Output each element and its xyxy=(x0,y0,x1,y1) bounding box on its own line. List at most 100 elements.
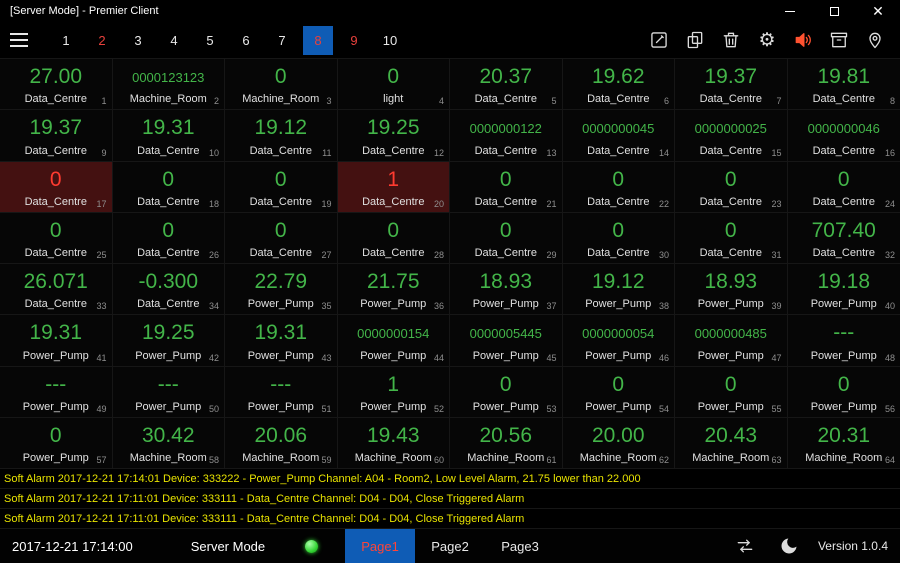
close-button[interactable]: ✕ xyxy=(856,0,900,22)
sensor-tile[interactable]: 27.00 Data_Centre 1 xyxy=(0,59,113,111)
sensor-tile[interactable]: 0 Power_Pump 53 xyxy=(450,366,563,418)
sensor-tile[interactable]: 26.071 Data_Centre 33 xyxy=(0,264,113,316)
alarm-log-entry[interactable]: Soft Alarm 2017-12-21 17:14:01 Device: 3… xyxy=(0,469,900,489)
sensor-tile[interactable]: --- Power_Pump 51 xyxy=(225,366,338,418)
sensor-tile[interactable]: 19.12 Data_Centre 11 xyxy=(225,110,338,162)
sensor-tile[interactable]: 0 Data_Centre 29 xyxy=(450,212,563,264)
sensor-tile[interactable]: 1 Power_Pump 52 xyxy=(337,366,450,418)
report-button[interactable] xyxy=(680,25,710,55)
clear-alarms-button[interactable] xyxy=(824,25,854,55)
sensor-tile[interactable]: 0000000045 Data_Centre 14 xyxy=(562,110,675,162)
sensor-tile[interactable]: 19.43 Machine_Room 60 xyxy=(337,417,450,469)
alarm-log-entry[interactable]: Soft Alarm 2017-12-21 17:11:01 Device: 3… xyxy=(0,509,900,529)
sensor-tile[interactable]: 0000000485 Power_Pump 47 xyxy=(675,315,788,367)
sensor-tile[interactable]: 0000000025 Data_Centre 15 xyxy=(675,110,788,162)
sensor-tile[interactable]: 18.93 Power_Pump 39 xyxy=(675,264,788,316)
sensor-tile[interactable]: -0.300 Data_Centre 34 xyxy=(112,264,225,316)
sensor-tile[interactable]: --- Power_Pump 49 xyxy=(0,366,113,418)
sensor-tile[interactable]: 0000000054 Power_Pump 46 xyxy=(562,315,675,367)
sensor-tile[interactable]: 0000005445 Power_Pump 45 xyxy=(450,315,563,367)
sensor-tile[interactable]: 20.37 Data_Centre 5 xyxy=(450,59,563,111)
page-number-button[interactable]: 7 xyxy=(264,26,300,55)
sensor-tile[interactable]: 0 Power_Pump 56 xyxy=(787,366,900,418)
alarm-log-entry[interactable]: Soft Alarm 2017-12-21 17:11:01 Device: 3… xyxy=(0,489,900,509)
page-number-button[interactable]: 4 xyxy=(156,26,192,55)
sensor-tile[interactable]: 19.18 Power_Pump 40 xyxy=(787,264,900,316)
sensor-tile[interactable]: --- Power_Pump 48 xyxy=(787,315,900,367)
page-tab[interactable]: Page3 xyxy=(485,529,555,563)
sensor-tile[interactable]: 0 Data_Centre 21 xyxy=(450,161,563,213)
sensor-value: 20.31 xyxy=(817,423,871,447)
sensor-index: 32 xyxy=(884,250,895,260)
sensor-tile[interactable]: 0 light 4 xyxy=(337,59,450,111)
sensor-tile[interactable]: 0000123123 Machine_Room 2 xyxy=(112,59,225,111)
sensor-tile[interactable]: 20.43 Machine_Room 63 xyxy=(675,417,788,469)
sensor-tile[interactable]: 19.25 Data_Centre 12 xyxy=(337,110,450,162)
sensor-tile[interactable]: 20.56 Machine_Room 61 xyxy=(450,417,563,469)
edit-button[interactable] xyxy=(644,25,674,55)
page-number-button[interactable]: 6 xyxy=(228,26,264,55)
sensor-tile[interactable]: 0 Power_Pump 57 xyxy=(0,417,113,469)
menu-button[interactable] xyxy=(10,28,40,52)
sensor-value: 19.37 xyxy=(29,116,83,140)
sensor-tile[interactable]: 0 Data_Centre 19 xyxy=(225,161,338,213)
sensor-tile[interactable]: --- Power_Pump 50 xyxy=(112,366,225,418)
page-number-button[interactable]: 2 xyxy=(84,26,120,55)
sensor-tile[interactable]: 0 Power_Pump 55 xyxy=(675,366,788,418)
sensor-tile[interactable]: 0 Data_Centre 28 xyxy=(337,212,450,264)
sensor-tile[interactable]: 19.31 Data_Centre 10 xyxy=(112,110,225,162)
sensor-tile[interactable]: 0000000122 Data_Centre 13 xyxy=(450,110,563,162)
sensor-tile[interactable]: 0 Data_Centre 26 xyxy=(112,212,225,264)
sensor-tile[interactable]: 0000000046 Data_Centre 16 xyxy=(787,110,900,162)
sync-button[interactable] xyxy=(730,531,760,561)
page-number-button[interactable]: 8 xyxy=(303,25,333,55)
theme-toggle-button[interactable] xyxy=(774,531,804,561)
location-button[interactable] xyxy=(860,25,890,55)
sensor-index: 50 xyxy=(208,403,219,414)
page-number-button[interactable]: 9 xyxy=(336,26,372,55)
sensor-tile[interactable]: 19.37 Data_Centre 9 xyxy=(0,110,113,162)
server-mode-label: Server Mode xyxy=(190,538,266,554)
sensor-tile[interactable]: 0 Machine_Room 3 xyxy=(225,59,338,111)
delete-button[interactable] xyxy=(716,25,746,55)
sensor-tile[interactable]: 19.12 Power_Pump 38 xyxy=(562,264,675,316)
sensor-tile[interactable]: 18.93 Power_Pump 37 xyxy=(450,264,563,316)
page-tab[interactable]: Page1 xyxy=(345,529,415,563)
settings-button[interactable]: ⚙ xyxy=(752,25,782,55)
page-number-button[interactable]: 5 xyxy=(192,26,228,55)
minimize-button[interactable] xyxy=(768,0,812,22)
sensor-tile[interactable]: 0 Data_Centre 24 xyxy=(787,161,900,213)
sensor-tile[interactable]: 20.06 Machine_Room 59 xyxy=(225,417,338,469)
sensor-tile[interactable]: 0 Data_Centre 17 xyxy=(0,161,113,213)
sensor-tile[interactable]: 19.25 Power_Pump 42 xyxy=(112,315,225,367)
sensor-tile[interactable]: 0000000154 Power_Pump 44 xyxy=(337,315,450,367)
sensor-tile[interactable]: 19.31 Power_Pump 41 xyxy=(0,315,113,367)
sensor-tile[interactable]: 1 Data_Centre 20 xyxy=(337,161,450,213)
sensor-tile[interactable]: 0 Data_Centre 30 xyxy=(562,212,675,264)
sensor-tile[interactable]: 19.62 Data_Centre 6 xyxy=(562,59,675,111)
sensor-tile[interactable]: 22.79 Power_Pump 35 xyxy=(225,264,338,316)
sensor-tile[interactable]: 0 Data_Centre 27 xyxy=(225,212,338,264)
page-tab[interactable]: Page2 xyxy=(415,529,485,563)
page-number-button[interactable]: 3 xyxy=(120,26,156,55)
sensor-tile[interactable]: 0 Data_Centre 23 xyxy=(675,161,788,213)
sensor-tile[interactable]: 30.42 Machine_Room 58 xyxy=(112,417,225,469)
page-number-button[interactable]: 1 xyxy=(48,26,84,55)
sensor-index: 54 xyxy=(658,403,669,414)
sensor-tile[interactable]: 0 Data_Centre 25 xyxy=(0,212,113,264)
sensor-tile[interactable]: 21.75 Power_Pump 36 xyxy=(337,264,450,316)
sensor-tile[interactable]: 19.81 Data_Centre 8 xyxy=(787,59,900,111)
sensor-index: 16 xyxy=(884,147,895,158)
sensor-tile[interactable]: 707.40 Data_Centre 32 xyxy=(787,212,900,264)
sensor-tile[interactable]: 20.00 Machine_Room 62 xyxy=(562,417,675,469)
sensor-tile[interactable]: 0 Data_Centre 22 xyxy=(562,161,675,213)
maximize-button[interactable] xyxy=(812,0,856,22)
page-number-button[interactable]: 10 xyxy=(372,26,408,55)
sensor-tile[interactable]: 19.31 Power_Pump 43 xyxy=(225,315,338,367)
sensor-tile[interactable]: 20.31 Machine_Room 64 xyxy=(787,417,900,469)
sensor-tile[interactable]: 0 Data_Centre 18 xyxy=(112,161,225,213)
sensor-tile[interactable]: 0 Data_Centre 31 xyxy=(675,212,788,264)
sensor-tile[interactable]: 0 Power_Pump 54 xyxy=(562,366,675,418)
alarm-sound-button[interactable] xyxy=(788,25,818,55)
sensor-tile[interactable]: 19.37 Data_Centre 7 xyxy=(675,59,788,111)
